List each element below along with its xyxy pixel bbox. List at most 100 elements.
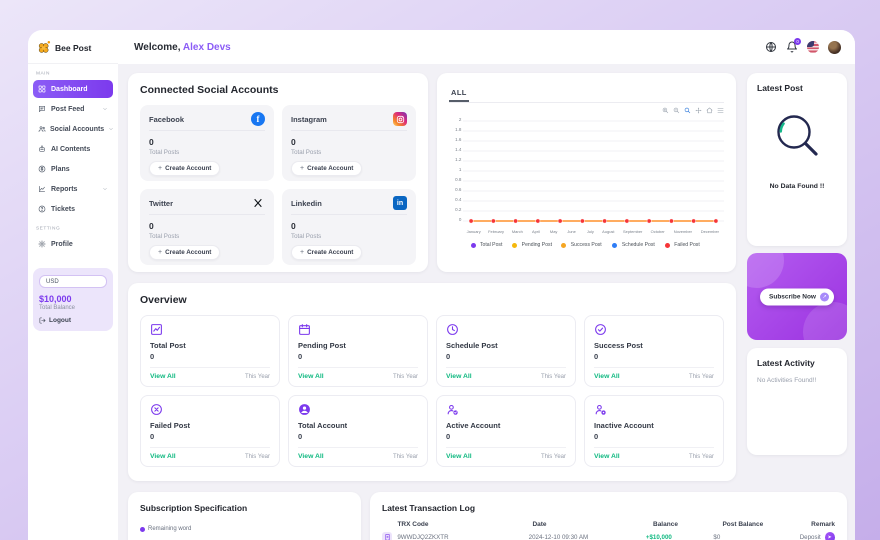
sidebar-item-dashboard[interactable]: Dashboard [33, 80, 113, 98]
sidebar-item-ai-contents[interactable]: AI Contents [33, 140, 113, 158]
dashboard-icon [38, 85, 47, 93]
social-tile-linkedin: Linkedin in 0 Total Posts +Create Accoun… [282, 189, 416, 265]
nav-section-setting: SETTING [28, 221, 100, 233]
view-all-link[interactable]: View All [150, 373, 176, 380]
no-data-magnifier-icon [769, 109, 825, 165]
view-all-link[interactable]: View All [594, 373, 620, 380]
overview-card: Overview Total Post 0 View AllThis Year … [128, 283, 736, 481]
overview-tile-total-post: Total Post 0 View AllThis Year [140, 315, 280, 387]
x-circle-icon [150, 403, 270, 416]
overview-tile-active-account: Active Account 0 View AllThis Year [436, 395, 576, 467]
column-trx-code: TRX Code [397, 521, 532, 528]
sidebar-item-social-accounts[interactable]: Social Accounts [33, 120, 113, 138]
total-posts-label: Total Posts [291, 233, 407, 240]
notification-bell-icon[interactable]: 0 [786, 41, 798, 53]
user-check-icon [446, 403, 566, 416]
chart-line-icon [150, 323, 270, 336]
home-icon[interactable] [706, 107, 713, 115]
create-account-button[interactable]: +Create Account [291, 245, 362, 260]
total-posts-value: 0 [149, 221, 265, 231]
twitter-x-icon [251, 196, 265, 210]
currency-select[interactable]: USD [39, 275, 107, 288]
zoom-in-icon[interactable] [662, 107, 669, 115]
subscribe-banner: Subscribe Now ↗ [747, 253, 847, 340]
legend-dot [140, 527, 145, 532]
no-activity-text: No Activities Found!! [757, 377, 837, 384]
user-gear-icon [594, 403, 714, 416]
user-avatar[interactable] [828, 41, 841, 54]
row-action-button[interactable]: ➤ [825, 532, 835, 540]
calendar-icon [298, 323, 418, 336]
total-posts-label: Total Posts [149, 233, 265, 240]
create-account-button[interactable]: +Create Account [149, 161, 220, 176]
sidebar-item-tickets[interactable]: Tickets [33, 200, 113, 218]
nav-section-main: MAIN [28, 66, 100, 78]
arrow-up-right-icon: ↗ [820, 292, 829, 301]
menu-icon[interactable] [717, 107, 724, 115]
card-title: Latest Activity [757, 358, 837, 368]
section-title: Overview [140, 294, 724, 306]
view-all-link[interactable]: View All [446, 373, 472, 380]
create-account-button[interactable]: +Create Account [291, 161, 362, 176]
chart-y-axis: 21.81.61.41.210.80.60.40.20 [449, 117, 463, 229]
section-title: Latest Transaction Log [382, 503, 835, 513]
total-posts-value: 0 [291, 221, 407, 231]
view-all-link[interactable]: View All [446, 453, 472, 460]
legend-item[interactable]: Schedule Post [612, 242, 658, 248]
logout-button[interactable]: Logout [39, 317, 107, 324]
legend-item[interactable]: Success Post [561, 242, 604, 248]
tab-all[interactable]: ALL [449, 88, 469, 102]
overview-tile-failed-post: Failed Post 0 View AllThis Year [140, 395, 280, 467]
create-account-button[interactable]: +Create Account [149, 245, 220, 260]
sidebar-item-profile[interactable]: Profile [33, 235, 113, 253]
linkedin-icon: in [393, 196, 407, 210]
section-title: Subscription Specification [140, 503, 349, 513]
sidebar-item-post-feed[interactable]: Post Feed [33, 100, 113, 118]
chevron-down-icon [108, 126, 114, 132]
social-tile-facebook: Facebook f 0 Total Posts +Create Account [140, 105, 274, 181]
reports-icon [38, 185, 47, 193]
chevron-down-icon [102, 106, 108, 112]
sidebar: Bee Post MAIN Dashboard Post Feed Social… [28, 30, 118, 540]
column-post-balance: Post Balance [722, 521, 811, 528]
overview-tile-inactive-account: Inactive Account 0 View AllThis Year [584, 395, 724, 467]
check-circle-icon [594, 323, 714, 336]
total-balance-value: $10,000 [39, 294, 107, 304]
chart-plot-area: 21.81.61.41.210.80.60.40.20 [449, 117, 724, 229]
chart-canvas [463, 117, 724, 229]
brand-name: Bee Post [55, 43, 91, 53]
legend-item: Remaining word [140, 526, 349, 532]
view-all-link[interactable]: View All [298, 373, 324, 380]
logout-icon [39, 317, 46, 324]
legend-item[interactable]: Pending Post [512, 242, 555, 248]
connected-social-accounts-card: Connected Social Accounts Facebook f 0 T… [128, 73, 428, 272]
no-data-text: No Data Found !! [757, 183, 837, 190]
us-flag-icon[interactable] [807, 41, 819, 53]
notification-badge: 0 [794, 38, 801, 45]
view-all-link[interactable]: View All [594, 453, 620, 460]
pan-icon[interactable] [695, 107, 702, 115]
view-all-link[interactable]: View All [150, 453, 176, 460]
social-tile-instagram: Instagram 0 Total Posts +Create Account [282, 105, 416, 181]
page-title: Welcome, Alex Devs [134, 42, 231, 53]
theme-globe-icon[interactable] [765, 41, 777, 53]
user-circle-icon [298, 403, 418, 416]
sidebar-item-plans[interactable]: Plans [33, 160, 113, 178]
clock-icon [446, 323, 566, 336]
subscribe-now-button[interactable]: Subscribe Now ↗ [760, 288, 834, 305]
legend-item[interactable]: Total Post [471, 242, 504, 248]
zoom-out-icon[interactable] [673, 107, 680, 115]
selection-zoom-icon[interactable] [684, 107, 691, 115]
overview-tile-schedule-post: Schedule Post 0 View AllThis Year [436, 315, 576, 387]
bee-logo-icon [36, 40, 51, 55]
total-posts-label: Total Posts [149, 149, 265, 156]
main-content: Welcome, Alex Devs 0 Connected Social Ac… [118, 30, 855, 540]
ai-contents-icon [38, 145, 47, 153]
column-date: Date [532, 521, 653, 528]
overview-tile-pending-post: Pending Post 0 View AllThis Year [288, 315, 428, 387]
wallet-card: USD $10,000 Total Balance Logout [33, 268, 113, 331]
latest-post-card: Latest Post No Data Found !! [747, 73, 847, 246]
view-all-link[interactable]: View All [298, 453, 324, 460]
sidebar-item-reports[interactable]: Reports [33, 180, 113, 198]
legend-item[interactable]: Failed Post [665, 242, 702, 248]
